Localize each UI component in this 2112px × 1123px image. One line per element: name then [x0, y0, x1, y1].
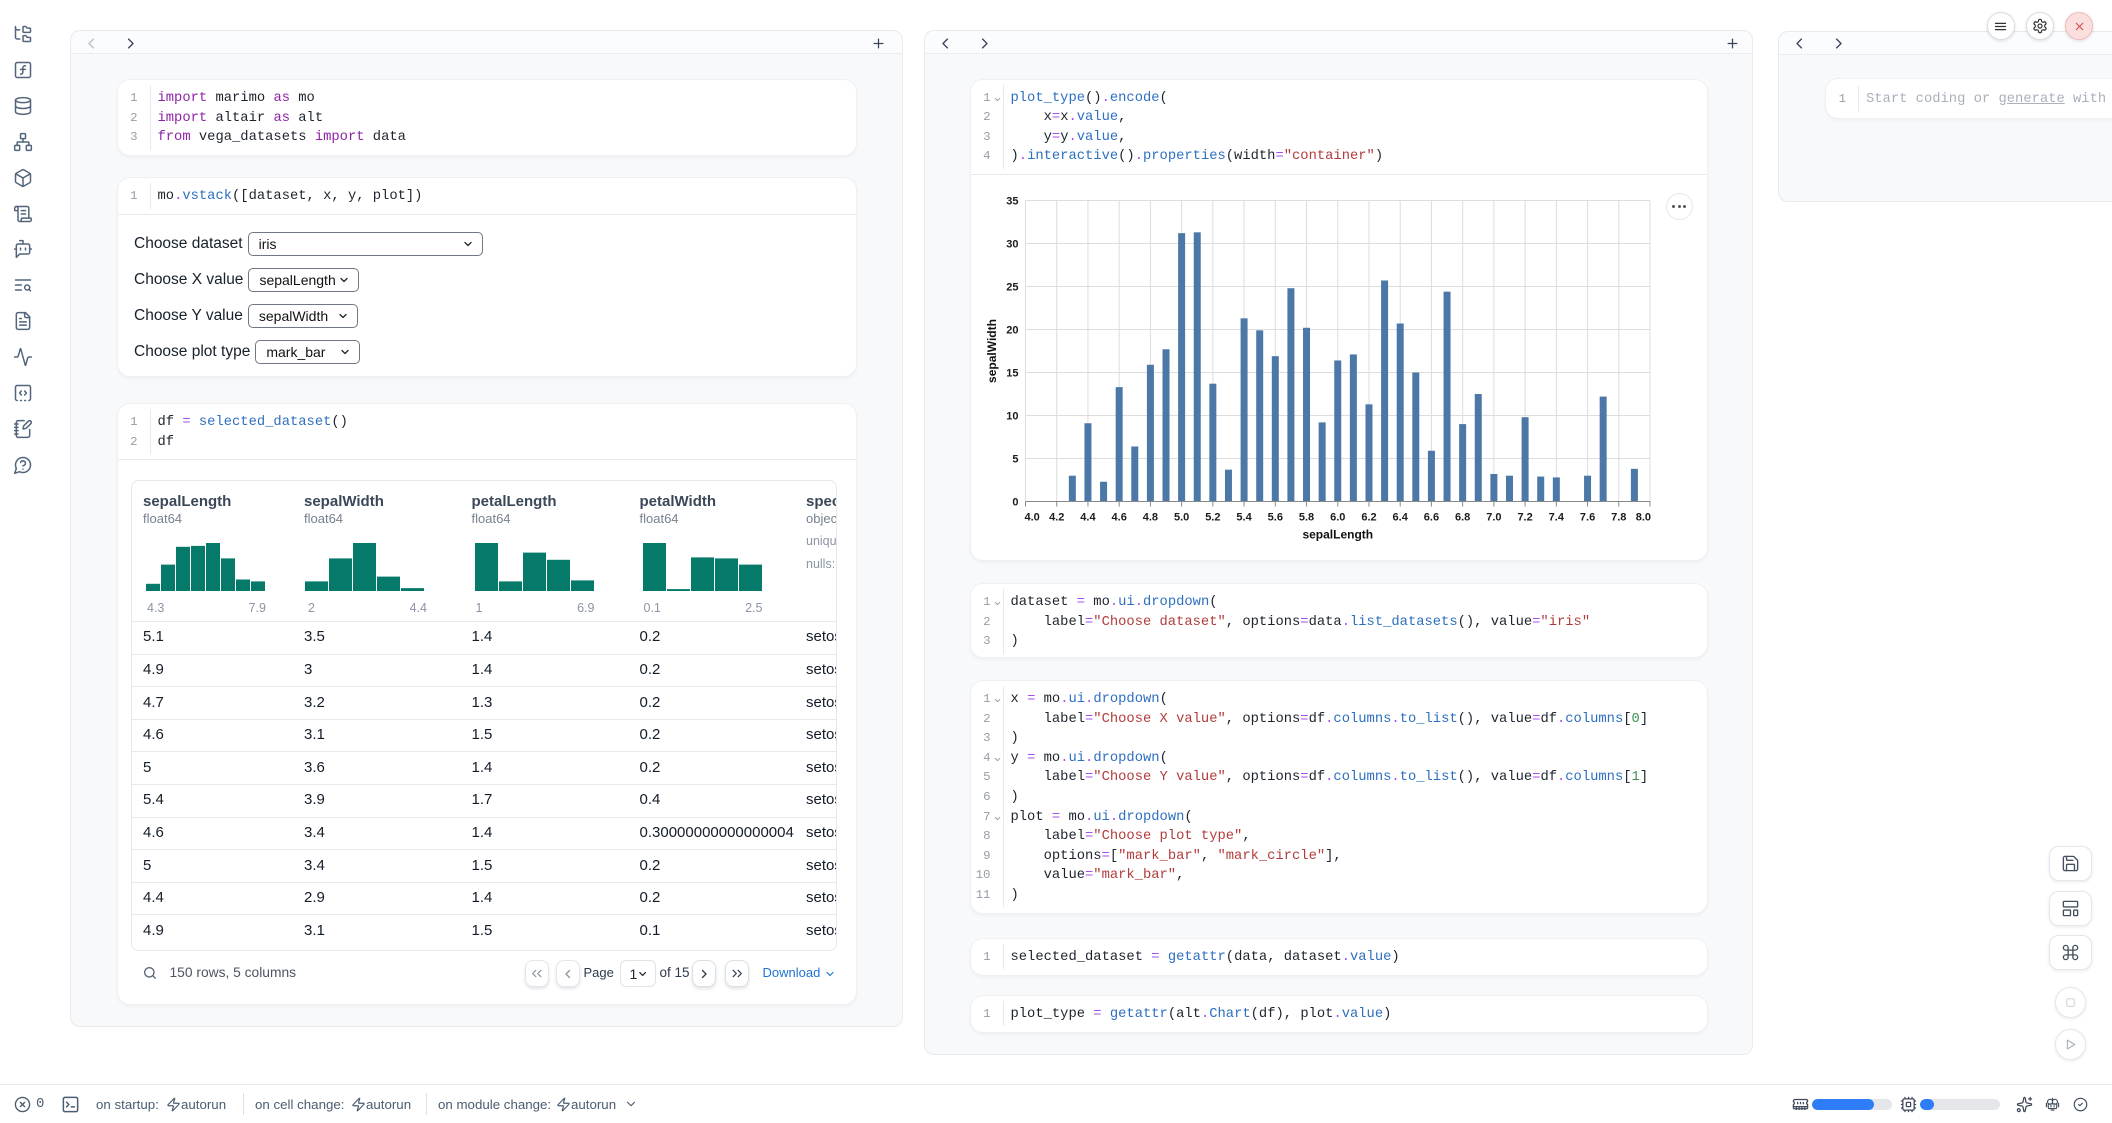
svg-text:0: 0	[1012, 496, 1018, 508]
svg-text:sepalLength: sepalLength	[1302, 527, 1373, 541]
svg-text:5.8: 5.8	[1298, 511, 1313, 523]
svg-text:7.6: 7.6	[1579, 511, 1594, 523]
svg-text:6.6: 6.6	[1423, 511, 1438, 523]
svg-text:25: 25	[1006, 281, 1018, 293]
svg-text:5.2: 5.2	[1205, 511, 1220, 523]
svg-text:7.2: 7.2	[1517, 511, 1532, 523]
svg-text:5.4: 5.4	[1236, 511, 1252, 523]
svg-text:6.2: 6.2	[1361, 511, 1376, 523]
svg-text:7.4: 7.4	[1548, 511, 1564, 523]
svg-text:5: 5	[1012, 453, 1018, 465]
svg-text:4.6: 4.6	[1111, 511, 1126, 523]
svg-text:20: 20	[1006, 324, 1018, 336]
svg-text:4.4: 4.4	[1080, 511, 1096, 523]
svg-text:4.2: 4.2	[1049, 511, 1064, 523]
svg-text:15: 15	[1006, 367, 1018, 379]
svg-text:6.0: 6.0	[1330, 511, 1345, 523]
svg-text:5.6: 5.6	[1267, 511, 1282, 523]
svg-text:6.8: 6.8	[1455, 511, 1470, 523]
svg-text:7.0: 7.0	[1486, 511, 1501, 523]
svg-text:4.8: 4.8	[1142, 511, 1157, 523]
svg-text:7.8: 7.8	[1611, 511, 1626, 523]
svg-text:4.0: 4.0	[1024, 511, 1039, 523]
svg-text:5.0: 5.0	[1173, 511, 1188, 523]
svg-text:sepalWidth: sepalWidth	[985, 319, 999, 383]
svg-text:35: 35	[1006, 195, 1018, 207]
svg-text:6.4: 6.4	[1392, 511, 1408, 523]
svg-text:30: 30	[1006, 238, 1018, 250]
svg-text:8.0: 8.0	[1635, 511, 1650, 523]
svg-text:10: 10	[1006, 410, 1018, 422]
